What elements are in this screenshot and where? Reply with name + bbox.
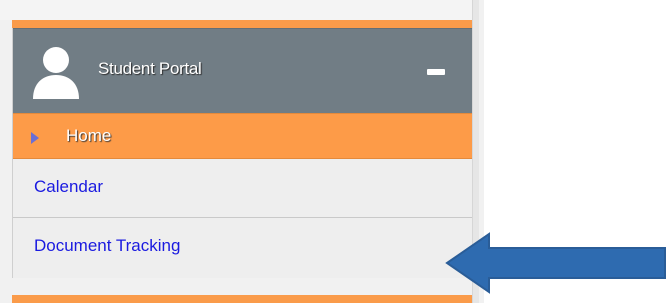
sidebar-item-home[interactable]: Home — [13, 113, 473, 159]
sidebar-panel: Student Portal Home Calendar Document Tr… — [0, 0, 484, 303]
arrow-left-icon — [445, 232, 666, 294]
sidebar-item-calendar[interactable]: Calendar — [13, 159, 473, 218]
sidebar-item-label: Home — [66, 126, 112, 145]
sidebar-item-label[interactable]: Document Tracking — [34, 236, 180, 256]
accent-bar-bottom — [12, 295, 472, 303]
student-portal-header[interactable]: Student Portal — [13, 28, 473, 113]
sidebar-menu: Student Portal Home Calendar Document Tr… — [12, 28, 473, 278]
top-strip — [0, 0, 472, 20]
portal-title: Student Portal — [98, 59, 202, 78]
sidebar-item-label[interactable]: Calendar — [34, 177, 103, 197]
accent-bar-top — [12, 20, 472, 28]
chevron-right-icon — [31, 132, 39, 144]
minus-icon[interactable] — [427, 69, 445, 75]
user-icon — [33, 47, 79, 99]
sidebar-item-document-tracking[interactable]: Document Tracking — [13, 218, 473, 278]
